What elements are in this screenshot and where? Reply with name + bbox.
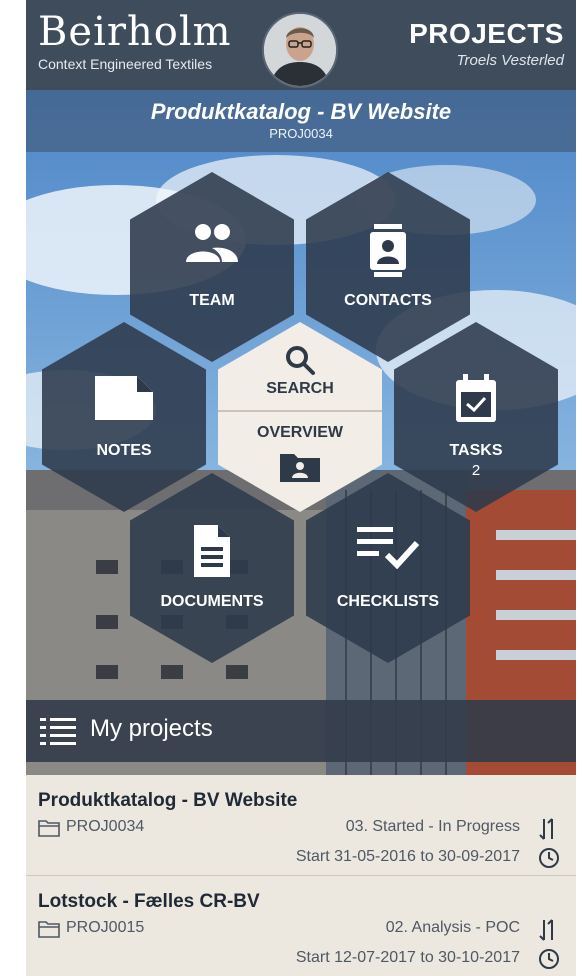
contacts-label: CONTACTS xyxy=(344,292,432,309)
brand-tagline: Context Engineered Textiles xyxy=(38,56,213,72)
people-icon xyxy=(130,222,294,278)
project-name: Lotstock - Fælles CR-BV xyxy=(38,891,260,912)
list-item[interactable]: Lotstock - Fælles CR-BV PROJ0015 02. Ana… xyxy=(26,876,576,976)
clock-icon xyxy=(538,948,560,975)
contact-card-icon xyxy=(306,222,470,278)
hero-panel: Produktkatalog - BV Website PROJ0034 TEA… xyxy=(26,90,576,775)
project-name: Produktkatalog - BV Website xyxy=(38,790,298,811)
my-projects-bar[interactable]: My projects xyxy=(26,700,576,762)
user-name: Troels Vesterled xyxy=(456,52,564,69)
folder-icon xyxy=(38,920,60,943)
project-status: 02. Analysis - POC xyxy=(385,919,520,936)
project-id: PROJ0034 xyxy=(269,126,333,141)
project-title: Produktkatalog - BV Website xyxy=(150,99,452,124)
app-header: Beirholm Context Engineered Textiles PRO… xyxy=(26,0,576,90)
checklist-icon xyxy=(306,523,470,579)
sort-icon[interactable] xyxy=(538,918,558,947)
checklists-label: CHECKLISTS xyxy=(336,593,440,610)
my-projects-label: My projects xyxy=(90,715,213,742)
project-code: PROJ0034 xyxy=(66,818,145,835)
overview-button[interactable]: OVERVIEW xyxy=(218,424,382,442)
project-dates: Start 12-07-2017 to 30-10-2017 xyxy=(295,949,520,966)
clock-icon xyxy=(538,847,560,874)
calendar-check-icon xyxy=(394,372,558,428)
project-dates: Start 31-05-2016 to 30-09-2017 xyxy=(295,848,520,865)
notes-label: NOTES xyxy=(96,442,152,459)
document-icon xyxy=(130,523,294,579)
project-status: 03. Started - In Progress xyxy=(345,818,520,835)
brand-logo: Beirholm Context Engineered Textiles xyxy=(38,10,232,72)
search-icon[interactable] xyxy=(284,344,316,381)
tasks-label: TASKS xyxy=(449,442,503,459)
header-right: PROJECTS Troels Vesterled xyxy=(409,18,564,69)
note-icon xyxy=(42,372,206,428)
folder-icon xyxy=(38,819,60,842)
app-screen: Beirholm Context Engineered Textiles PRO… xyxy=(26,0,576,976)
folder-user-icon[interactable] xyxy=(278,448,322,489)
list-item[interactable]: Produktkatalog - BV Website PROJ0034 03.… xyxy=(26,775,576,876)
project-code: PROJ0015 xyxy=(66,919,145,936)
tasks-count-badge: 2 xyxy=(471,462,481,479)
project-list: Produktkatalog - BV Website PROJ0034 03.… xyxy=(26,775,576,976)
team-label: TEAM xyxy=(189,292,235,309)
documents-label: DOCUMENTS xyxy=(160,593,264,610)
user-avatar[interactable] xyxy=(262,12,338,88)
sort-icon[interactable] xyxy=(538,817,558,846)
brand-name: Beirholm xyxy=(38,9,232,55)
search-button[interactable]: SEARCH xyxy=(218,380,382,398)
section-title: PROJECTS xyxy=(409,18,564,49)
project-banner: Produktkatalog - BV Website PROJ0034 xyxy=(26,90,576,152)
list-menu-icon[interactable] xyxy=(40,716,76,751)
divider xyxy=(218,410,382,412)
